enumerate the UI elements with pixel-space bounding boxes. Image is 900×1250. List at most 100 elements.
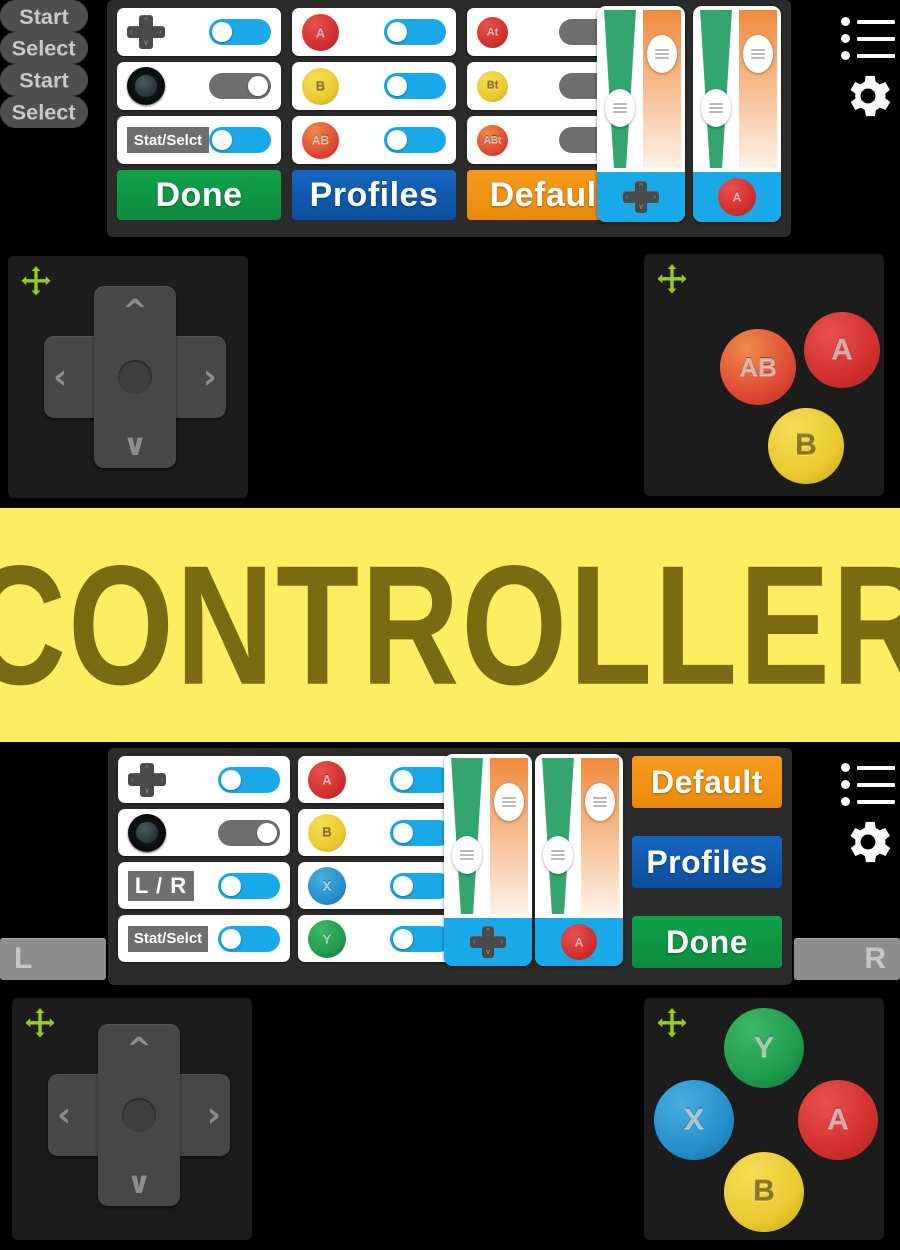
size-track[interactable] [448,758,486,914]
toggle-switch[interactable] [218,766,280,793]
toggle-card-dpad[interactable]: ^ › ‹ ∨ [118,756,290,803]
toggle-card-joystick[interactable] [117,62,281,110]
dpad-left-icon[interactable]: ‹ [57,1098,71,1132]
buttons-overlay[interactable]: AB A B [644,254,884,496]
a-size-opacity-slider[interactable]: A [693,6,781,222]
shoulder-left-button[interactable]: L [0,938,106,980]
list-icon[interactable] [841,760,895,806]
toggle-switch[interactable] [218,872,280,899]
size-track[interactable] [697,10,735,168]
start-button[interactable]: Start [0,0,88,32]
default-button[interactable]: Default [632,756,782,808]
dpad-left-icon[interactable]: ‹ [53,360,67,394]
toggle-card-start-select[interactable]: Stat/Selct [118,915,290,962]
size-track[interactable] [539,758,577,914]
toggle-card-joystick[interactable] [118,809,290,856]
toggle-card-start-select[interactable]: Stat/Selct [117,116,281,164]
toggle-card-a[interactable]: A [292,8,456,56]
toggle-card-y[interactable]: Y [298,915,462,962]
opacity-handle[interactable] [647,35,677,74]
toggle-switch[interactable] [390,925,452,952]
a-size-opacity-slider[interactable]: A [535,754,623,966]
opacity-handle[interactable] [585,782,615,821]
slider-foot[interactable]: A [535,918,623,966]
move-icon[interactable] [654,262,690,298]
slider-tracks[interactable] [535,754,623,918]
toggle-knob [221,769,241,790]
toggle-card-x[interactable]: X [298,862,462,909]
slider-foot[interactable]: ^ › ‹ ∨ [444,918,532,966]
slider-foot[interactable]: A [693,172,781,222]
dpad-overlay[interactable]: ^ ∨ ‹ › [8,256,248,498]
select-button[interactable]: Select [0,96,88,128]
opacity-track[interactable] [739,10,777,168]
b-button[interactable]: B [768,408,844,484]
slider-tracks[interactable] [444,754,532,918]
toggle-switch[interactable] [209,127,271,153]
size-handle[interactable] [701,88,731,127]
size-handle[interactable] [605,88,635,127]
toggle-card-lr[interactable]: L / R [118,862,290,909]
x-button[interactable]: X [654,1080,734,1160]
b-button[interactable]: B [724,1152,804,1232]
done-button[interactable]: Done [632,916,782,968]
toggle-card-ab[interactable]: AB [292,116,456,164]
select-button[interactable]: Select [0,32,88,64]
toggle-switch[interactable] [390,766,452,793]
toggle-switch[interactable] [384,127,446,153]
toggle-switch[interactable] [209,19,271,45]
dpad-icon: ^ › ‹ ∨ [623,181,659,213]
dpad-control[interactable]: ^ ∨ ‹ › [48,1024,230,1206]
done-button[interactable]: Done [117,170,281,220]
toggle-knob [393,769,413,790]
start-button[interactable]: Start [0,64,88,96]
dpad-down-icon[interactable]: ∨ [123,430,147,461]
dpad-down-icon[interactable]: ∨ [127,1168,151,1199]
profiles-button[interactable]: Profiles [632,836,782,888]
toggle-switch[interactable] [209,73,271,99]
opacity-track[interactable] [643,10,681,168]
at-button-label: At [486,26,499,38]
opacity-handle[interactable] [494,782,524,821]
dpad-up-icon[interactable]: ^ [122,296,147,327]
gear-icon[interactable] [840,814,896,870]
toggle-switch[interactable] [218,819,280,846]
slider-tracks[interactable] [693,6,781,172]
toggle-switch[interactable] [390,872,452,899]
toggle-card-dpad[interactable]: ^ › ‹ ∨ [117,8,281,56]
slider-tracks[interactable] [597,6,685,172]
toggle-switch[interactable] [218,925,280,952]
list-icon[interactable] [841,14,895,60]
a-button-label: A [315,24,326,40]
opacity-handle[interactable] [743,35,773,74]
buttons-overlay[interactable]: Y X A B [644,998,884,1240]
ab-button[interactable]: AB [720,329,796,405]
toggle-switch[interactable] [384,19,446,45]
opacity-track[interactable] [581,758,619,914]
dpad-overlay[interactable]: ^ ∨ ‹ › [12,998,252,1240]
default-button-label: Default [489,175,609,214]
toggle-switch[interactable] [384,73,446,99]
a-button[interactable]: A [804,312,880,388]
opacity-track[interactable] [490,758,528,914]
slider-foot[interactable]: ^ › ‹ ∨ [597,172,685,222]
dpad-up-icon[interactable]: ^ [126,1034,151,1065]
move-icon[interactable] [654,1006,690,1042]
size-handle[interactable] [543,835,573,874]
dpad-size-opacity-slider[interactable]: ^ › ‹ ∨ [444,754,532,966]
dpad-control[interactable]: ^ ∨ ‹ › [44,286,226,468]
size-handle[interactable] [452,835,482,874]
shoulder-right-button[interactable]: R [794,938,900,980]
y-button[interactable]: Y [724,1008,804,1088]
dpad-right-icon[interactable]: › [203,360,217,394]
toggle-card-b[interactable]: B [292,62,456,110]
dpad-size-opacity-slider[interactable]: ^ › ‹ ∨ [597,6,685,222]
toggle-switch[interactable] [390,819,452,846]
a-button[interactable]: A [798,1080,878,1160]
toggle-card-a[interactable]: A [298,756,462,803]
toggle-card-b[interactable]: B [298,809,462,856]
profiles-button[interactable]: Profiles [292,170,456,220]
dpad-right-icon[interactable]: › [207,1098,221,1132]
gear-icon[interactable] [840,68,896,124]
size-track[interactable] [601,10,639,168]
